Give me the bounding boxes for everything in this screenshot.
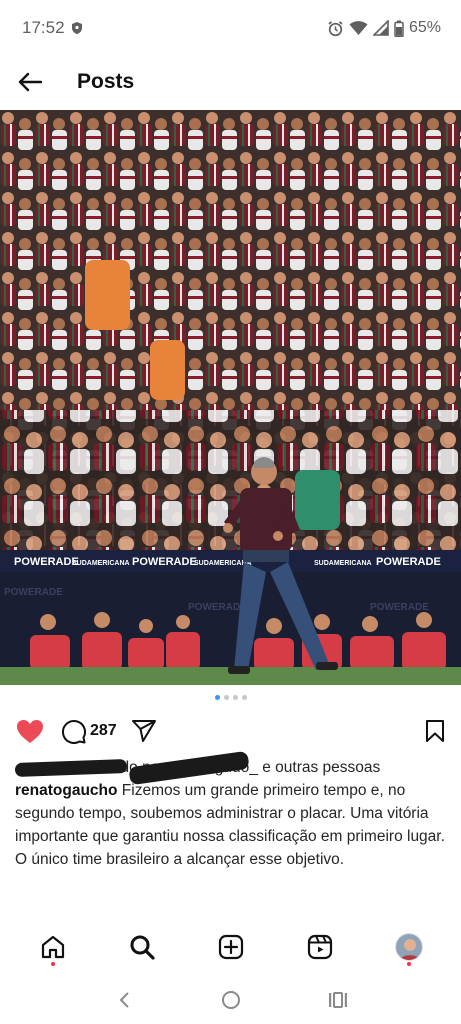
like-button[interactable] [16, 719, 44, 744]
system-nav-bar [0, 976, 461, 1024]
nav-profile[interactable] [379, 922, 439, 972]
stadium-photo: POWERADE SUDAMERICANA POWERADE SUDAMERIC… [0, 110, 461, 685]
battery-icon [394, 20, 404, 37]
svg-text:SUDAMERICANA: SUDAMERICANA [314, 560, 372, 567]
liked-by-suffix: e outras pessoas [262, 759, 381, 776]
notification-dot [50, 962, 55, 966]
recents-icon [328, 992, 347, 1008]
search-icon [130, 935, 155, 960]
comment-icon [62, 720, 86, 744]
nav-home[interactable] [23, 922, 83, 972]
wifi-icon [349, 20, 368, 36]
status-bar: 17:52 65% [0, 0, 461, 56]
comment-count: 287 [90, 722, 117, 739]
svg-text:POWERADE: POWERADE [4, 587, 63, 598]
create-icon [218, 934, 243, 960]
share-button[interactable] [131, 719, 157, 743]
heart-filled-icon [17, 719, 43, 743]
post-caption-area: urtido por gudo_ e outras pessoas renato… [14, 750, 445, 871]
shield-icon [71, 21, 83, 35]
system-back-button[interactable] [99, 978, 149, 1022]
back-button[interactable] [0, 56, 60, 108]
home-icon [41, 935, 64, 959]
post-image[interactable]: POWERADE SUDAMERICANA POWERADE SUDAMERIC… [0, 110, 461, 685]
svg-text:POWERADE: POWERADE [14, 556, 79, 568]
send-icon [131, 720, 156, 742]
alarm-icon [327, 20, 344, 37]
caption-username[interactable]: renatogaucho [15, 782, 117, 799]
battery-percent: 65% [408, 19, 441, 36]
arrow-left-icon [18, 72, 43, 92]
nav-reels[interactable] [290, 922, 350, 972]
svg-text:POWERADE: POWERADE [188, 602, 247, 613]
signal-icon [372, 20, 389, 36]
svg-text:POWERADE: POWERADE [376, 556, 441, 568]
system-recents-button[interactable] [313, 978, 363, 1022]
page-title: Posts [77, 70, 135, 93]
bookmark-icon [426, 720, 444, 742]
svg-text:POWERADE: POWERADE [370, 602, 429, 613]
posts-header: Posts [0, 56, 461, 108]
caption-body: renatogaucho Fizemos um grande primeiro … [15, 779, 445, 871]
nav-create[interactable] [201, 922, 261, 972]
carousel-dot [232, 695, 238, 700]
comment-button[interactable]: 287 [60, 718, 117, 744]
profile-avatar [394, 933, 423, 961]
nav-search[interactable] [112, 922, 172, 972]
save-button[interactable] [425, 719, 445, 743]
liked-by-line[interactable]: urtido por gudo_ e outras pessoas [14, 750, 445, 786]
bottom-nav [0, 922, 461, 972]
svg-text:SUDAMERICANA: SUDAMERICANA [194, 560, 252, 567]
carousel-dot-active [214, 695, 220, 700]
circle-home-icon [221, 991, 240, 1009]
chevron-left-icon [119, 992, 129, 1008]
svg-text:SUDAMERICANA: SUDAMERICANA [72, 560, 130, 567]
status-time: 17:52 [22, 18, 65, 37]
carousel-indicator [0, 695, 461, 700]
system-home-button[interactable] [206, 978, 256, 1022]
carousel-dot [223, 695, 229, 700]
post-actions: 287 [0, 712, 461, 750]
svg-text:POWERADE: POWERADE [132, 556, 197, 568]
notification-dot [406, 962, 411, 966]
carousel-dot [241, 695, 247, 700]
reels-icon [307, 934, 332, 960]
